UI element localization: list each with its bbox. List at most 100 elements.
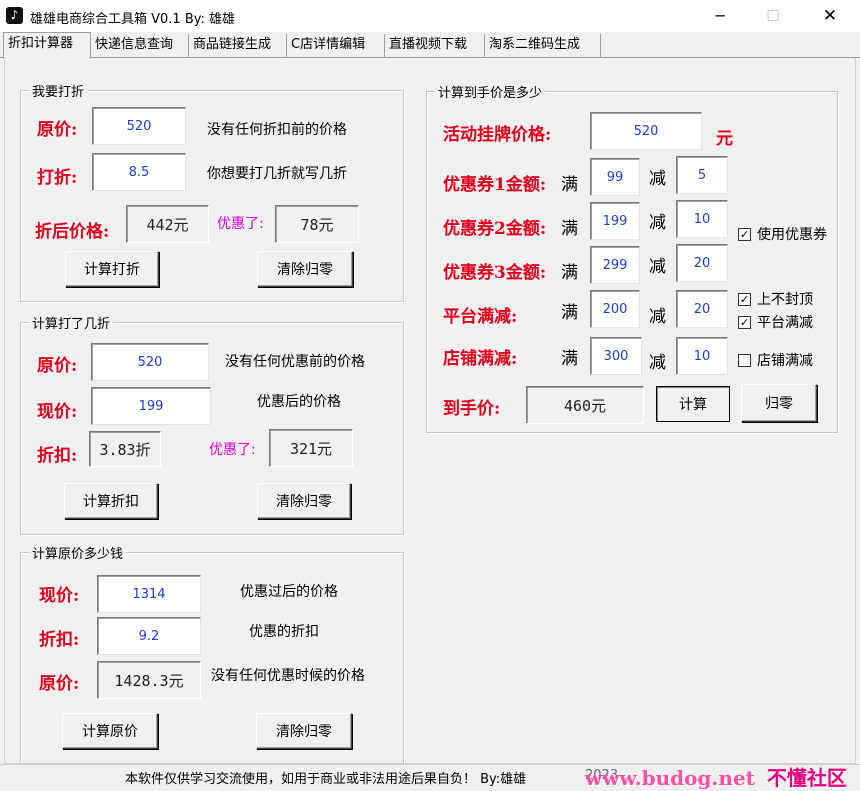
tab-bar: 折扣计算器 快递信息查询 商品链接生成 C店详情编辑 直播视频下载 淘系二维码生… [0,32,860,59]
store-discount-checkbox[interactable]: 店铺满减 [738,350,813,370]
platform-discount-checkbox[interactable]: ✓ 平台满减 [738,312,813,332]
orig-output: 1428.3元 [97,661,201,699]
clear-discount-button[interactable]: 清除归零 [257,251,353,287]
tab-link-generator[interactable]: 商品链接生成 [189,34,287,58]
now-price-input[interactable]: 199 [91,387,211,425]
coupon1-full-input[interactable]: 99 [590,158,640,196]
watermark-name: 不懂社区 [766,766,847,790]
clear-rate-button[interactable]: 清除归零 [257,483,351,519]
coupon3-label: 优惠券3金额: [443,263,547,283]
rate-calc-group: 计算打了几折 原价: 520 没有任何优惠前的价格 现价: 199 优惠后的价格… [20,313,404,535]
checkbox-mark: ✓ [738,227,751,241]
final-price-output: 460元 [526,386,644,424]
full-label: 满 [561,263,578,283]
store-minus-input[interactable]: 10 [676,337,728,375]
disclaimer-text: 本软件仅供学习交流使用，如用于商业或非法用途后果自负！ By:雄雄 [125,772,527,787]
group-title: 我要打折 [29,81,88,100]
coupon1-minus-input[interactable]: 5 [676,156,728,194]
price-hint: 没有任何折扣前的价格 [207,122,347,138]
full-label: 满 [561,175,578,195]
checkbox-label: 使用优惠券 [757,227,827,243]
minimize-button[interactable]: ─ [700,4,740,28]
saved-output: 321元 [269,429,353,467]
checkbox-label: 平台满减 [757,315,813,331]
list-price-input[interactable]: 520 [590,112,702,150]
minus-label: 减 [649,353,666,373]
rate-hint: 你想要打几折就写几折 [207,166,347,182]
calc-orig-button[interactable]: 计算原价 [62,713,158,749]
orig-price-input[interactable]: 520 [91,343,209,381]
maximize-button[interactable]: ☐ [753,4,793,28]
rate-label: 折扣: [39,630,80,650]
calc-discount-button[interactable]: 计算打折 [65,251,159,287]
minus-label: 减 [649,213,666,233]
platform-full-input[interactable]: 200 [590,290,640,328]
orig-label: 原价: [37,356,78,376]
result-output: 442元 [126,205,209,243]
now-price-input[interactable]: 1314 [97,575,201,613]
title-bar: ♪ 雄雄电商综合工具箱 V0.1 By: 雄雄 ─ ☐ ✕ [0,0,860,32]
coupon3-full-input[interactable]: 299 [590,246,640,284]
discount-group: 我要打折 原价: 520 没有任何折扣前的价格 打折: 8.5 你想要打几折就写… [20,81,404,302]
tab-qrcode-generator[interactable]: 淘系二维码生成 [485,34,601,58]
yuan-label: 元 [716,129,733,149]
saved-output: 78元 [275,205,359,243]
checkbox-mark [738,353,751,367]
status-bar: 本软件仅供学习交流使用，如用于商业或非法用途后果自负！ By:雄雄 2023 w… [0,764,860,790]
list-price-label: 活动挂牌价格: [443,125,552,145]
use-coupon-checkbox[interactable]: ✓ 使用优惠券 [738,224,827,244]
result-label: 折后价格: [35,222,110,242]
window-title: 雄雄电商综合工具箱 V0.1 By: 雄雄 [30,12,236,27]
now-hint: 优惠过后的价格 [240,584,338,600]
rate-output: 3.83折 [89,431,161,467]
tab-c-store-editor[interactable]: C店详情编辑 [287,34,385,58]
full-label: 满 [561,303,578,323]
rate-hint: 优惠的折扣 [249,624,319,640]
saved-label: 优惠了: [209,442,256,458]
minus-label: 减 [649,307,666,327]
group-title: 计算打了几折 [29,313,114,332]
coupon1-label: 优惠券1金额: [443,175,547,195]
rate-label: 打折: [37,168,78,188]
tab-discount-calculator[interactable]: 折扣计算器 [3,32,91,59]
checkbox-mark: ✓ [738,292,751,306]
watermark-url: www.budog.net [585,766,755,790]
now-label: 现价: [39,586,80,606]
tiktok-icon: ♪ [6,7,23,24]
group-title: 计算原价多少钱 [29,543,127,562]
calc-final-button[interactable]: 计算 [656,386,730,422]
orig-calc-group: 计算原价多少钱 现价: 1314 优惠过后的价格 折扣: 9.2 优惠的折扣 原… [20,543,404,764]
coupon3-minus-input[interactable]: 20 [676,244,728,282]
checkbox-label: 店铺满减 [757,353,813,369]
rate-label: 折扣: [37,446,78,466]
checkbox-label: 上不封顶 [757,292,813,308]
close-button[interactable]: ✕ [810,4,850,28]
group-title: 计算到手价是多少 [435,82,546,101]
price-label: 原价: [37,120,78,140]
coupon2-full-input[interactable]: 199 [590,202,640,240]
coupon2-label: 优惠券2金额: [443,219,547,239]
no-cap-checkbox[interactable]: ✓ 上不封顶 [738,289,813,309]
clear-orig-button[interactable]: 清除归零 [256,713,352,749]
watermark: www.budog.net 不懂社区 [585,762,847,791]
full-label: 满 [561,349,578,369]
platform-minus-input[interactable]: 20 [676,290,728,328]
price-input[interactable]: 520 [92,107,186,145]
rate-input[interactable]: 9.2 [97,617,201,655]
full-label: 满 [561,219,578,239]
platform-discount-label: 平台满减: [443,307,518,327]
minus-label: 减 [649,169,666,189]
saved-label: 优惠了: [217,216,264,232]
orig-label: 原价: [39,674,80,694]
orig-hint: 没有任何优惠前的价格 [225,354,365,370]
clear-final-button[interactable]: 归零 [741,384,817,422]
final-price-label: 到手价: [443,399,501,419]
tab-live-video-download[interactable]: 直播视频下载 [385,34,485,58]
final-price-group: 计算到手价是多少 活动挂牌价格: 520 元 优惠券1金额: 满 99 减 5 … [426,82,838,433]
coupon2-minus-input[interactable]: 10 [676,200,728,238]
store-full-input[interactable]: 300 [590,337,642,375]
calc-rate-button[interactable]: 计算折扣 [64,483,158,519]
rate-input[interactable]: 8.5 [92,153,186,191]
minus-label: 减 [649,257,666,277]
tab-express-query[interactable]: 快递信息查询 [91,34,189,58]
